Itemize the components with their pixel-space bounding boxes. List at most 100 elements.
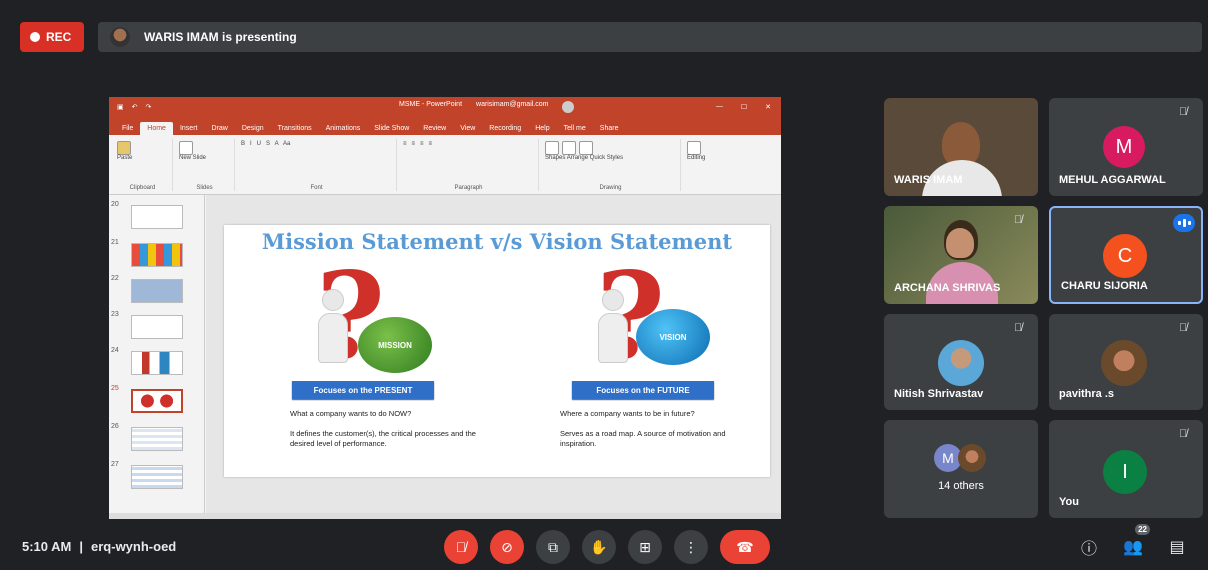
thinking-figure-icon: [312, 289, 352, 379]
speaking-indicator-icon: [1173, 214, 1195, 232]
raise-hand-button[interactable]: ✋: [582, 530, 616, 564]
side-panel-buttons: ⓘ 👥 22 ▤: [1078, 524, 1188, 558]
tile-nitish[interactable]: 🎙̸ Nitish Shrivastav: [884, 314, 1038, 410]
slide-canvas[interactable]: Mission Statement v/s Vision Statement ?…: [206, 195, 781, 513]
mission-line-1: What a company wants to do NOW?: [290, 409, 412, 418]
paragraph-icons: ≡ ≡ ≡ ≡: [403, 141, 433, 147]
tile-mehul[interactable]: 🎙̸ M MEHUL AGGARWAL: [1049, 98, 1203, 196]
thumb-image: [131, 351, 183, 375]
tab-share: Share: [599, 125, 619, 132]
thumb-22[interactable]: 22: [109, 275, 201, 305]
tile-charu[interactable]: C CHARU SIJORIA: [1049, 206, 1203, 304]
thumb-27[interactable]: 27: [109, 461, 201, 491]
avatar-initial: C: [1117, 244, 1133, 267]
top-bar: REC WARIS IMAM is presenting: [20, 22, 1202, 52]
thinking-figure-icon: [592, 289, 632, 379]
thumb-image: [131, 205, 183, 229]
close-icon: ✕: [765, 104, 771, 111]
new-slide-label: New Slide: [179, 155, 207, 161]
tab-view: View: [460, 125, 476, 132]
presenter-avatar: [110, 27, 130, 47]
paste-icon: [117, 141, 131, 155]
group-editing: Editing: [683, 139, 733, 191]
mic-off-icon: 🎙̸: [1179, 322, 1188, 334]
tab-help: Help: [535, 125, 550, 132]
thumb-image: [131, 389, 183, 413]
mic-toggle-button[interactable]: 🎙̸: [444, 530, 478, 564]
avatar-initial: M: [1115, 135, 1133, 158]
mic-off-icon: 🎙̸: [1014, 322, 1023, 334]
mission-ball-label: MISSION: [378, 340, 412, 350]
rec-label: REC: [46, 30, 72, 44]
camera-off-icon: ⊘: [501, 538, 513, 555]
thumb-number: 22: [111, 275, 119, 282]
tile-others[interactable]: M 14 others: [884, 420, 1038, 518]
more-options-button[interactable]: ⋮: [674, 530, 708, 564]
camera-toggle-button[interactable]: ⊘: [490, 530, 524, 564]
paste-label: Paste: [117, 155, 133, 161]
thumb-image: [131, 243, 183, 267]
focus-present-label: Focuses on the PRESENT: [313, 385, 413, 395]
ppt-ribbon: Paste Clipboard New Slide Slides B I U S…: [109, 135, 781, 195]
thumb-23[interactable]: 23: [109, 311, 201, 341]
thumb-image: [131, 427, 183, 451]
tab-slide-show: Slide Show: [374, 125, 410, 132]
meeting-details-button[interactable]: ⓘ: [1078, 536, 1100, 558]
thumb-number: 21: [111, 239, 119, 246]
tab-insert: Insert: [179, 125, 198, 132]
focus-future-banner: Focuses on the FUTURE: [572, 381, 714, 399]
tile-waris[interactable]: WARIS IMAM: [884, 98, 1038, 196]
thumb-24[interactable]: 24: [109, 347, 201, 377]
thumb-image: [131, 279, 183, 303]
undo-icon: ↶: [131, 104, 138, 111]
vision-line-1: Where a company wants to be in future?: [560, 409, 695, 418]
avatar: [1101, 340, 1147, 386]
participant-name: 14 others: [938, 480, 984, 492]
thumb-number: 23: [111, 311, 119, 318]
tab-transitions: Transitions: [277, 125, 312, 132]
new-slide-icon: [179, 141, 193, 155]
slide-title: Mission Statement v/s Vision Statement: [261, 229, 733, 254]
shared-screen[interactable]: ▣ ↶ ↷ MSME - PowerPoint warisimam@gmail.…: [109, 97, 781, 519]
thumb-21[interactable]: 21: [109, 239, 201, 269]
captions-icon: ⧉: [548, 538, 558, 555]
avatar-initial: I: [1122, 460, 1128, 483]
avatar: I: [1103, 450, 1147, 494]
thumb-number: 25: [111, 385, 119, 392]
paragraph-label: Paragraph: [454, 185, 483, 191]
people-icon: 👥: [1123, 539, 1143, 556]
tile-pavithra[interactable]: 🎙̸ pavithra .s: [1049, 314, 1203, 410]
tile-you[interactable]: 🎙̸ I You: [1049, 420, 1203, 518]
editing-label: Editing: [687, 155, 706, 161]
thumb-26[interactable]: 26: [109, 423, 201, 453]
tab-tell-me: Tell me: [563, 125, 586, 132]
slides-label: Slides: [196, 185, 213, 191]
thumb-25[interactable]: 25: [109, 385, 201, 415]
slide-thumbnails[interactable]: 20 21 22 23 24 25 26 27: [109, 195, 205, 513]
hangup-button[interactable]: ☎: [720, 530, 770, 564]
participant-name: WARIS IMAM: [894, 174, 963, 186]
font-label: Font: [310, 185, 323, 191]
shapes-label: Shapes: [545, 155, 566, 161]
mic-off-icon: 🎙̸: [1179, 428, 1188, 440]
tab-file: File: [122, 125, 134, 132]
people-count-badge: 22: [1135, 524, 1150, 535]
people-button[interactable]: 👥 22: [1122, 524, 1150, 558]
arrange-label: Arrange: [566, 155, 589, 161]
rec-badge[interactable]: REC: [20, 22, 84, 52]
window-controls: — ☐ ✕: [716, 103, 771, 111]
focus-present-banner: Focuses on the PRESENT: [292, 381, 434, 399]
tile-archana[interactable]: 🎙̸ ARCHANA SHRIVAS: [884, 206, 1038, 304]
meeting-code: erq-wynh-oed: [91, 539, 177, 554]
ppt-account-avatar: [562, 101, 575, 113]
tab-review: Review: [423, 125, 447, 132]
present-button[interactable]: ⊞: [628, 530, 662, 564]
thumb-20[interactable]: 20: [109, 201, 201, 231]
thumb-image: [131, 465, 183, 489]
vision-ball-label: VISION: [659, 332, 687, 342]
chat-button[interactable]: ▤: [1166, 536, 1188, 558]
captions-button[interactable]: ⧉: [536, 530, 570, 564]
tab-design: Design: [241, 125, 264, 132]
group-paragraph: ≡ ≡ ≡ ≡ Paragraph: [399, 139, 539, 191]
info-icon: ⓘ: [1080, 541, 1097, 558]
